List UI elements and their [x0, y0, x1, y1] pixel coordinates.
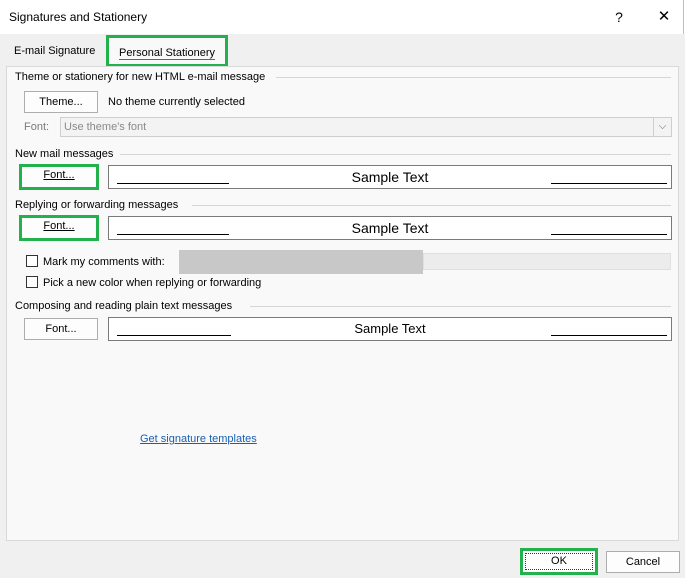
ok-button[interactable]: OK: [520, 548, 598, 575]
help-button[interactable]: ?: [605, 6, 633, 28]
theme-font-label: Font:: [24, 121, 50, 133]
sample-underline-left: [117, 234, 229, 235]
mark-comments-label: Mark my comments with:: [43, 256, 165, 268]
plain-text-divider: [250, 306, 671, 307]
reply-section-divider: [192, 205, 671, 206]
ok-focus-ring: [525, 553, 593, 570]
window-title: Signatures and Stationery: [9, 10, 148, 24]
plain-text-section-label: Composing and reading plain text message…: [15, 300, 233, 312]
comment-mark-field-rest: [423, 253, 671, 270]
title-bar: Signatures and Stationery ? ✕: [0, 0, 685, 34]
theme-section-divider: [276, 77, 671, 78]
reply-section-label: Replying or forwarding messages: [15, 199, 179, 211]
theme-button[interactable]: Theme...: [24, 91, 98, 113]
tab-email-signature[interactable]: E-mail Signature: [8, 38, 101, 64]
cancel-button[interactable]: Cancel: [606, 551, 680, 573]
sample-underline-right: [551, 335, 667, 336]
new-mail-font-button-label: Font...: [43, 169, 75, 181]
signature-templates-link[interactable]: Get signature templates: [140, 433, 257, 445]
tab-personal-stationery[interactable]: Personal Stationery: [106, 35, 228, 67]
close-icon[interactable]: ✕: [650, 6, 678, 28]
new-mail-sample: Sample Text: [108, 165, 672, 189]
theme-font-select-value: Use theme's font: [64, 121, 147, 133]
plain-text-font-button[interactable]: Font...: [24, 318, 98, 340]
new-mail-sample-text: Sample Text: [351, 169, 429, 185]
theme-status: No theme currently selected: [108, 96, 245, 108]
chevron-down-icon: ⌵: [653, 118, 671, 136]
reply-sample: Sample Text: [108, 216, 672, 240]
window-edge: [683, 0, 684, 34]
mark-comments-option[interactable]: Mark my comments with:: [26, 255, 165, 268]
new-mail-divider: [120, 154, 671, 155]
theme-font-select: Use theme's font ⌵: [60, 117, 672, 137]
reply-font-button-label: Font...: [43, 220, 75, 232]
comment-mark-field[interactable]: [179, 250, 423, 274]
sample-underline-left: [117, 335, 231, 336]
new-mail-font-button[interactable]: Font...: [19, 164, 99, 190]
sample-underline-left: [117, 183, 229, 184]
pick-color-option[interactable]: Pick a new color when replying or forwar…: [26, 276, 261, 289]
reply-sample-text: Sample Text: [351, 220, 429, 236]
mark-comments-checkbox[interactable]: [26, 255, 38, 267]
sample-underline-right: [551, 234, 667, 235]
tab-personal-stationery-label: Personal Stationery: [119, 47, 215, 60]
tab-email-signature-label: E-mail Signature: [14, 45, 96, 57]
reply-font-button[interactable]: Font...: [19, 215, 99, 241]
sample-underline-right: [551, 183, 667, 184]
pick-color-label: Pick a new color when replying or forwar…: [43, 277, 262, 289]
plain-text-sample-text: Sample Text: [354, 321, 426, 336]
theme-section-label: Theme or stationery for new HTML e-mail …: [15, 71, 266, 83]
pick-color-checkbox[interactable]: [26, 276, 38, 288]
plain-text-sample: Sample Text: [108, 317, 672, 341]
new-mail-section-label: New mail messages: [15, 148, 114, 160]
